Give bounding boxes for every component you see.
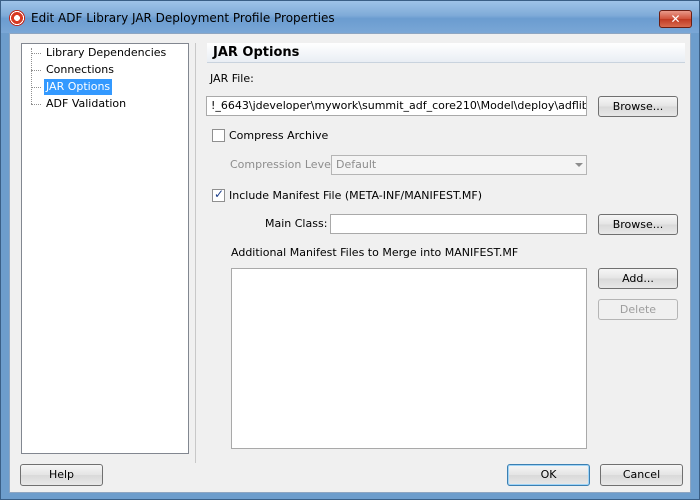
jar-file-browse-button[interactable]: Browse... [598,96,678,117]
main-class-input[interactable] [330,214,587,234]
tree-connector-line [31,48,32,104]
tree-item-label: JAR Options [44,79,113,95]
title-bar[interactable]: Edit ADF Library JAR Deployment Profile … [1,1,699,33]
include-manifest-label: Include Manifest File (META-INF/MANIFEST… [229,189,483,202]
dialog-client-area: Library Dependencies Connections JAR Opt… [9,33,691,493]
additional-manifest-label: Additional Manifest Files to Merge into … [231,246,519,259]
close-button[interactable]: ✕ [659,10,692,28]
window-title: Edit ADF Library JAR Deployment Profile … [31,11,335,25]
jar-file-label: JAR File: [210,72,254,85]
oracle-app-icon [9,10,25,26]
ok-button[interactable]: OK [507,464,590,486]
cancel-button[interactable]: Cancel [600,464,683,486]
delete-manifest-button[interactable]: Delete [598,299,678,320]
dialog-window: Edit ADF Library JAR Deployment Profile … [0,0,700,500]
additional-manifest-list[interactable] [231,268,587,449]
main-class-browse-button[interactable]: Browse... [598,214,678,235]
chevron-down-icon [575,163,583,167]
panel-header: JAR Options [207,43,685,63]
tree-item-label: Library Dependencies [46,46,167,59]
tree-branch-line [31,87,41,88]
tree-item-label: Connections [46,63,114,76]
checkmark-icon: ✓ [214,187,225,201]
main-class-label: Main Class: [265,217,328,230]
tree-branch-line [31,70,41,71]
jar-file-input[interactable]: !_6643\jdeveloper\mywork\summit_adf_core… [206,96,587,116]
tree-branch-line [31,53,41,54]
compress-archive-label: Compress Archive [229,129,329,142]
compress-archive-checkbox[interactable] [212,129,225,142]
tree-branch-line [31,104,41,105]
compression-level-label: Compression Level [230,158,334,171]
tree-item-label: ADF Validation [46,97,127,110]
panel-splitter[interactable] [195,43,196,463]
include-manifest-checkbox[interactable]: ✓ [212,187,225,202]
navigation-tree[interactable]: Library Dependencies Connections JAR Opt… [21,43,189,454]
compression-level-select[interactable]: Default [331,155,587,175]
add-manifest-button[interactable]: Add... [598,268,678,289]
help-button[interactable]: Help [20,464,103,486]
compression-level-value: Default [336,158,377,171]
